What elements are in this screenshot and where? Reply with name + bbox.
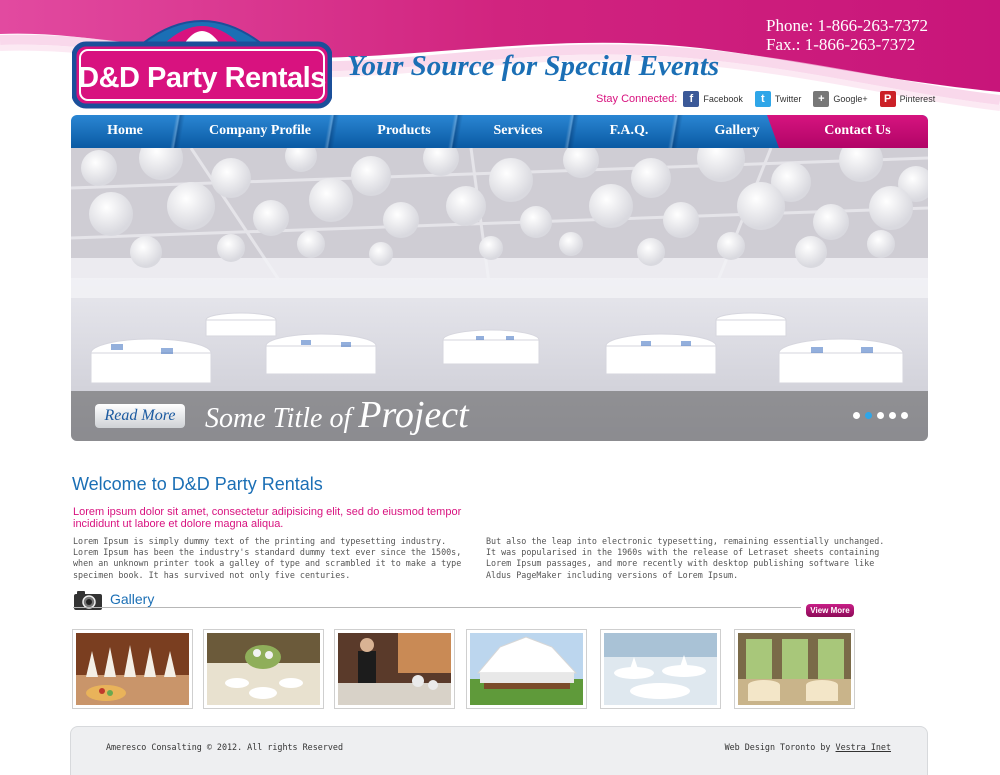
welcome-paragraph-left: Lorem Ipsum is simply dummy text of the … [73, 536, 462, 580]
gallery-title: Gallery [110, 591, 155, 607]
gallery-divider [73, 607, 801, 608]
footer-credit: Web Design Toronto by Vestra Inet [725, 742, 891, 752]
nav-services[interactable]: Services [469, 115, 567, 148]
slider-dot[interactable] [853, 412, 860, 419]
gallery-photo-banquet [604, 633, 717, 705]
facebook-link[interactable]: f Facebook [683, 91, 743, 107]
read-more-button[interactable]: Read More [95, 404, 185, 428]
facebook-icon: f [683, 91, 700, 107]
gallery-photo-table-setting [207, 633, 320, 705]
footer-credit-link[interactable]: Vestra Inet [836, 742, 891, 752]
gallery-photo-hall [738, 633, 851, 705]
gallery-thumb-buffet[interactable] [72, 629, 193, 709]
contact-info: Phone: 1-866-263-7372 Fax.: 1-866-263-73… [766, 16, 928, 54]
gallery-photo-tent [470, 633, 583, 705]
social-links: Stay Connected: f Facebook t Twitter + G… [596, 90, 935, 108]
slider-dot[interactable] [901, 412, 908, 419]
twitter-link[interactable]: t Twitter [754, 91, 802, 107]
phone-number: Phone: 1-866-263-7372 [766, 16, 928, 35]
pinterest-label: Pinterest [899, 94, 936, 104]
gallery-thumb-hall[interactable] [734, 629, 855, 709]
nav-faq[interactable]: F.A.Q. [571, 115, 687, 148]
slider-dot[interactable] [877, 412, 884, 419]
slider-dot[interactable] [889, 412, 896, 419]
logo-text: D&D Party Rentals [78, 62, 326, 94]
google-plus-icon: + [813, 91, 830, 107]
twitter-icon: t [754, 91, 771, 107]
nav-gallery[interactable]: Gallery [687, 115, 787, 148]
pinterest-icon: P [879, 91, 896, 107]
facebook-label: Facebook [703, 94, 743, 104]
slider-dots [848, 412, 908, 419]
view-more-button[interactable]: View More [806, 604, 854, 617]
welcome-title: Welcome to D&D Party Rentals [72, 474, 323, 494]
footer: Ameresco Consalting © 2012. All rights R… [70, 726, 928, 775]
nav-company-profile[interactable]: Company Profile [183, 115, 337, 148]
hero-caption-bar: Read More Some Title of Project [71, 391, 928, 441]
gallery-thumb-tent[interactable] [466, 629, 587, 709]
gallery-photo-buffet [76, 633, 189, 705]
footer-copyright: Ameresco Consalting © 2012. All rights R… [106, 742, 343, 752]
gallery-thumb-banquet[interactable] [600, 629, 721, 709]
nav-products[interactable]: Products [339, 115, 469, 148]
main-nav: Home Company Profile Products Services F… [71, 115, 928, 148]
gallery-photo-waiter [338, 633, 451, 705]
hero-slider[interactable]: Read More Some Title of Project [71, 148, 928, 441]
footer-credit-prefix: Web Design Toronto by [724, 742, 831, 752]
gallery-thumb-waiter[interactable] [334, 629, 455, 709]
hero-title-main: Project [358, 394, 469, 436]
hero-title: Some Title of Project [205, 393, 469, 437]
google-plus-link[interactable]: + Google+ [813, 91, 868, 107]
hero-title-prefix: Some Title of [205, 403, 352, 434]
stay-connected-label: Stay Connected: [596, 93, 678, 105]
nav-contact-us[interactable]: Contact Us [787, 115, 928, 148]
pinterest-link[interactable]: P Pinterest [879, 91, 936, 107]
nav-home[interactable]: Home [71, 115, 179, 148]
welcome-paragraph-right: But also the leap into electronic typese… [486, 536, 885, 580]
fax-number: Fax.: 1-866-263-7372 [766, 35, 916, 54]
slider-dot-active[interactable] [865, 412, 872, 419]
welcome-lead: Lorem ipsum dolor sit amet, consectetur … [73, 506, 462, 530]
google-plus-label: Google+ [833, 94, 868, 104]
gallery-thumb-table-setting[interactable] [203, 629, 324, 709]
twitter-label: Twitter [774, 94, 802, 104]
tagline: Your Source for Special Events [347, 50, 720, 82]
